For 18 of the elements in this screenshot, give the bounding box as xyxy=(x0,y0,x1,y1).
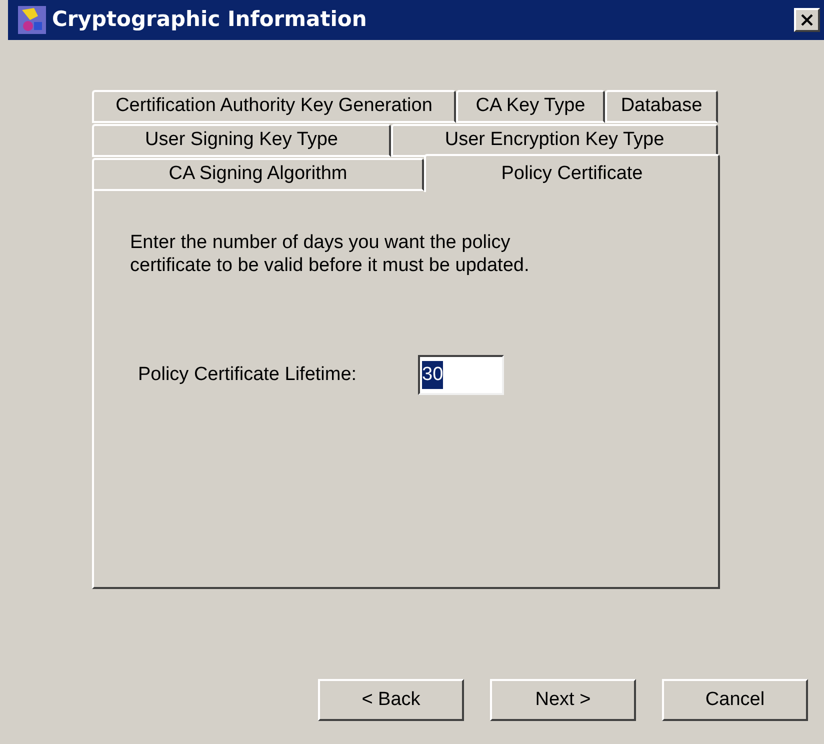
tab[interactable]: CA Signing Algorithm xyxy=(92,158,424,191)
tab[interactable]: Database xyxy=(605,90,718,123)
tab[interactable]: User Signing Key Type xyxy=(92,124,391,157)
tab[interactable]: User Encryption Key Type xyxy=(391,124,718,157)
window-title: Cryptographic Information xyxy=(52,6,368,34)
close-button[interactable] xyxy=(794,8,820,32)
field-value: 30 xyxy=(422,360,444,390)
lifetime-input[interactable]: 30 xyxy=(418,355,504,395)
close-icon xyxy=(801,14,813,26)
wizard-icon xyxy=(18,6,46,34)
wizard-button[interactable]: < Back xyxy=(318,679,464,721)
tab[interactable]: CA Key Type xyxy=(456,90,605,123)
field-label: Policy Certificate Lifetime: xyxy=(138,362,358,387)
instruction-text: Enter the number of days you want the policy certificate to be valid before it must be updated. xyxy=(130,231,530,277)
wizard-button[interactable]: Next > xyxy=(490,679,636,721)
tab[interactable]: Certification Authority Key Generation xyxy=(92,90,456,123)
wizard-button[interactable]: Cancel xyxy=(662,679,808,721)
tab[interactable]: Policy Certificate xyxy=(424,154,720,192)
